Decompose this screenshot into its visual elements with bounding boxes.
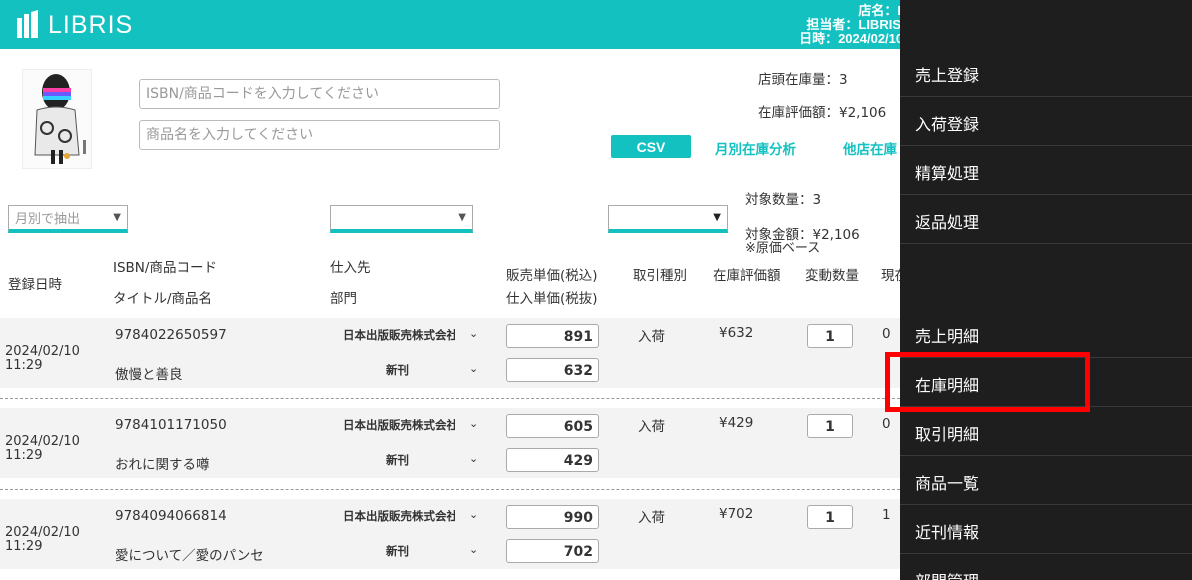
chevron-down-icon: ▼ [458, 212, 466, 223]
row-stock-value: ¥632 [719, 325, 754, 341]
menu-settlement[interactable]: 精算処理 [900, 146, 1192, 195]
qty-change-input[interactable]: 1 [807, 324, 853, 348]
app: LIBRIS 店名：LIBRIS 担当者：LIBRIS担当者 日時：2024/0… [0, 0, 1192, 580]
col-txn-type: 取引種別 [633, 268, 687, 284]
row-dept-select[interactable]: 新刊 [386, 543, 409, 559]
row-txn-type: 入荷 [638, 329, 665, 345]
menu-transaction-detail[interactable]: 取引明細 [900, 407, 1192, 456]
menu-sales-detail[interactable]: 売上明細 [900, 309, 1192, 358]
buy-price-input[interactable]: 702 [506, 539, 599, 563]
main-content: LIBRIS 店名：LIBRIS 担当者：LIBRIS担当者 日時：2024/0… [0, 0, 900, 580]
row-isbn: 9784094066814 [115, 508, 227, 524]
row-stock-value: ¥429 [719, 415, 754, 431]
row-date: 2024/02/10 11:29 [5, 434, 80, 463]
libris-logo-icon [17, 10, 38, 38]
menu-sales-entry[interactable]: 売上登録 [900, 48, 1192, 97]
type-filter-select[interactable]: ▼ [608, 205, 728, 233]
buy-price-input[interactable]: 429 [506, 448, 599, 472]
row-isbn: 9784101171050 [115, 417, 227, 433]
row-stock-value: ¥702 [719, 506, 754, 522]
qty-change-input[interactable]: 1 [807, 414, 853, 438]
col-dept: 部門 [330, 291, 357, 307]
month-filter-value: 月別で抽出 [15, 212, 81, 227]
menu-department-management[interactable]: 部門管理 [900, 554, 1192, 580]
chevron-down-icon[interactable]: ⌄ [469, 362, 478, 375]
book-cover-image [22, 69, 92, 169]
row-divider [0, 398, 900, 399]
row-date: 2024/02/10 11:29 [5, 525, 80, 554]
col-sell-price: 販売単価(税込) [506, 268, 598, 284]
chevron-down-icon[interactable]: ⌄ [469, 417, 478, 430]
other-store-stock-link[interactable]: 他店在庫 [843, 138, 897, 158]
header-info: 店名：LIBRIS 担当者：LIBRIS担当者 日時：2024/02/10 12… [750, 4, 900, 46]
col-title: タイトル/商品名 [113, 291, 213, 307]
chevron-down-icon[interactable]: ⌄ [469, 508, 478, 521]
row-title: おれに関する噂 [115, 457, 210, 473]
menu-product-list[interactable]: 商品一覧 [900, 456, 1192, 505]
menu-upcoming-releases[interactable]: 近刊情報 [900, 505, 1192, 554]
col-current: 現在 [881, 268, 900, 284]
header-bar: LIBRIS 店名：LIBRIS 担当者：LIBRIS担当者 日時：2024/0… [0, 0, 900, 49]
row-date: 2024/02/10 11:29 [5, 344, 80, 373]
store-name: 店名：LIBRIS [858, 3, 900, 18]
isbn-search-input[interactable] [139, 79, 500, 109]
row-supplier-select[interactable]: 日本出版販売株式会社 [343, 508, 455, 524]
row-title: 愛について／愛のパンセ [115, 548, 264, 564]
row-divider [0, 489, 900, 490]
chevron-down-icon: ▼ [713, 212, 721, 223]
sell-price-input[interactable]: 891 [506, 324, 599, 348]
row-title: 傲慢と善良 [115, 367, 183, 383]
row-current: 0 [882, 326, 891, 342]
chevron-down-icon[interactable]: ⌄ [469, 543, 478, 556]
menu-returns[interactable]: 返品処理 [900, 195, 1192, 244]
csv-button[interactable]: CSV [611, 135, 691, 158]
row-isbn: 9784022650597 [115, 327, 227, 343]
table-row[interactable]: 2024/02/10 11:29 9784101171050 おれに関する噂 日本… [0, 408, 900, 478]
side-menu: 売上登録 入荷登録 精算処理 返品処理 売上明細 在庫明細 取引明細 商品一覧 … [900, 0, 1192, 580]
row-dept-select[interactable]: 新刊 [386, 362, 409, 378]
sell-price-input[interactable]: 605 [506, 414, 599, 438]
chevron-down-icon: ▼ [113, 212, 121, 223]
chevron-down-icon[interactable]: ⌄ [469, 327, 478, 340]
col-buy-price: 仕入単価(税抜) [506, 291, 598, 307]
supplier-filter-select[interactable]: ▼ [330, 205, 473, 233]
row-txn-type: 入荷 [638, 510, 665, 526]
buy-price-input[interactable]: 632 [506, 358, 599, 382]
product-name-input[interactable] [139, 120, 500, 150]
menu-stock-arrival[interactable]: 入荷登録 [900, 97, 1192, 146]
logo-text: LIBRIS [48, 10, 134, 39]
row-current: 1 [882, 507, 891, 523]
libris-logo[interactable]: LIBRIS [16, 9, 133, 41]
target-count: 対象数量：3 [745, 192, 822, 208]
row-dept-select[interactable]: 新刊 [386, 452, 409, 468]
row-supplier-select[interactable]: 日本出版販売株式会社 [343, 327, 455, 343]
monthly-analysis-link[interactable]: 月別在庫分析 [715, 138, 796, 158]
row-current: 0 [882, 416, 891, 432]
chevron-down-icon[interactable]: ⌄ [469, 452, 478, 465]
header-datetime: 日時：2024/02/10 12:47 [799, 31, 900, 46]
month-filter-select[interactable]: 月別で抽出 ▼ [8, 205, 128, 233]
sell-price-input[interactable]: 990 [506, 505, 599, 529]
table-row[interactable]: 2024/02/10 11:29 9784094066814 愛について／愛のパン… [0, 499, 900, 569]
col-isbn: ISBN/商品コード [113, 260, 217, 276]
staff-name: 担当者：LIBRIS担当者 [806, 17, 900, 32]
col-stock-value: 在庫評価額 [713, 268, 781, 284]
cost-basis-note: ※原価ベース [745, 241, 821, 256]
row-supplier-select[interactable]: 日本出版販売株式会社 [343, 417, 455, 433]
highlight-box [885, 352, 1090, 412]
stock-valuation: 在庫評価額：¥2,106 [758, 105, 887, 121]
table-row[interactable]: 2024/02/10 11:29 9784022650597 傲慢と善良 日本出版… [0, 318, 900, 388]
qty-change-input[interactable]: 1 [807, 505, 853, 529]
row-txn-type: 入荷 [638, 419, 665, 435]
store-stock-count: 店頭在庫量：3 [758, 72, 848, 88]
col-supplier: 仕入先 [330, 260, 371, 276]
col-qty-change: 変動数量 [805, 268, 859, 284]
col-date: 登録日時 [8, 277, 62, 293]
